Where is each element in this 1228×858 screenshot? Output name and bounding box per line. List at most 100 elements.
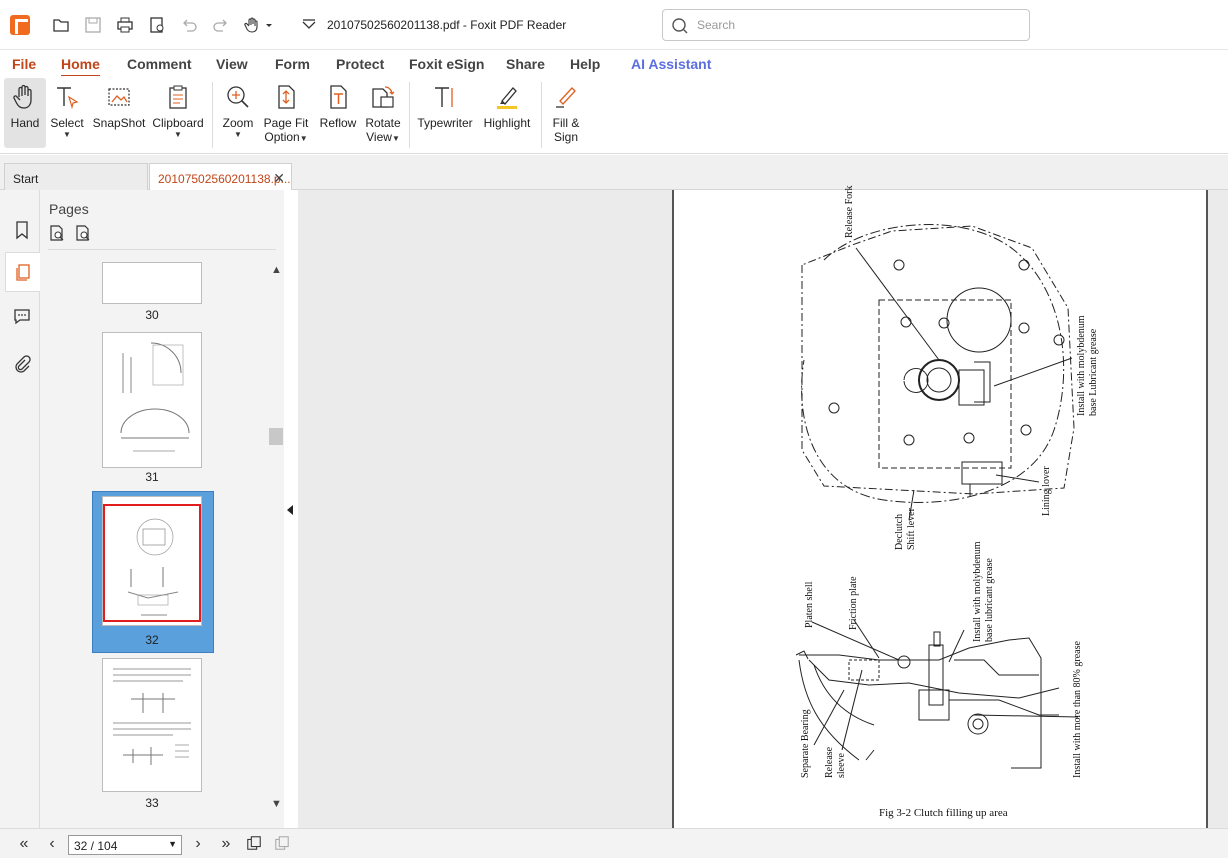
label-lining-lover: Lining lover <box>1041 466 1052 516</box>
clutch-diagram <box>795 224 1079 769</box>
hand-button[interactable]: Hand <box>4 78 46 148</box>
previous-view-icon[interactable] <box>244 835 264 853</box>
menu-file[interactable]: File <box>12 56 36 72</box>
label-shift-lever: Shift lever <box>906 508 917 550</box>
thumbnail-scrollbar[interactable]: ▲ ▼ <box>268 262 284 814</box>
navigation-rail <box>0 190 40 828</box>
clipboard-label: Clipboard <box>152 116 204 130</box>
save-icon[interactable] <box>82 14 104 36</box>
page-number-field[interactable]: 32 / 104 ▼ <box>68 835 182 855</box>
page-number-31: 31 <box>145 470 159 484</box>
open-folder-icon[interactable] <box>50 14 72 36</box>
menu-form[interactable]: Form <box>275 56 310 72</box>
scrollbar-thumb[interactable] <box>269 428 283 445</box>
ribbon-separator <box>212 82 213 148</box>
reflow-icon <box>323 82 353 112</box>
label-sleeve: sleeve <box>836 753 847 778</box>
select-text-icon <box>52 82 82 112</box>
page-number-30: 30 <box>145 308 159 322</box>
hand-icon <box>10 82 40 112</box>
hand-tool-dropdown-icon[interactable] <box>242 14 276 36</box>
search-input[interactable] <box>697 16 1017 34</box>
close-tab-icon[interactable]: ✕ <box>273 170 285 187</box>
zoom-button[interactable]: Zoom ▼ <box>219 78 257 148</box>
page-fit-option-button[interactable]: Page Fit Option▼ <box>262 78 310 148</box>
rotate-view-button[interactable]: Rotate View▼ <box>364 78 402 148</box>
menu-comment[interactable]: Comment <box>127 56 192 72</box>
label-install-molybdenum-mid-1: Install with molybdenum <box>972 541 983 642</box>
select-dropdown-icon[interactable]: ▼ <box>50 130 84 140</box>
page-thumbnail-33[interactable] <box>102 658 202 792</box>
search-box[interactable] <box>662 9 1030 41</box>
last-page-icon[interactable]: » <box>216 835 236 853</box>
menu-foxit-esign[interactable]: Foxit eSign <box>409 56 484 72</box>
reduce-thumbnail-icon[interactable] <box>74 224 92 242</box>
zoom-dropdown-icon[interactable]: ▼ <box>219 130 257 140</box>
pages-panel-title: Pages <box>49 201 89 217</box>
page-number-33: 33 <box>145 796 159 810</box>
menu-protect[interactable]: Protect <box>336 56 384 72</box>
page-thumbnail-31[interactable] <box>102 332 202 468</box>
pages-panel-tools <box>48 224 92 242</box>
zoom-icon <box>223 82 253 112</box>
page-thumbnail-30[interactable] <box>102 262 202 304</box>
page-thumbnail-32[interactable] <box>102 496 202 626</box>
customize-dropdown-icon[interactable] <box>298 14 320 36</box>
page-fit-icon <box>271 82 301 112</box>
snapshot-icon <box>104 82 134 112</box>
collapse-panel-icon[interactable] <box>286 504 294 516</box>
redo-icon[interactable] <box>210 14 232 36</box>
search-icon <box>672 18 688 34</box>
tab-start[interactable]: Start <box>4 163 148 190</box>
comments-icon[interactable] <box>5 296 39 336</box>
highlight-button[interactable]: Highlight <box>480 78 534 148</box>
properties-icon[interactable] <box>146 14 168 36</box>
window-title: 20107502560201138.pdf - Foxit PDF Reader <box>327 18 567 32</box>
title-bar: 20107502560201138.pdf - Foxit PDF Reader <box>0 0 1228 50</box>
page-dropdown-icon[interactable]: ▼ <box>168 839 177 849</box>
clipboard-icon <box>163 82 193 112</box>
typewriter-button[interactable]: Typewriter <box>416 78 474 148</box>
scroll-up-icon[interactable]: ▲ <box>271 264 282 276</box>
typewriter-icon <box>430 82 460 112</box>
label-install-molybdenum-top-1: Install with molybdenum <box>1076 315 1087 416</box>
next-page-icon[interactable]: › <box>188 835 208 853</box>
label-release: Release <box>824 746 835 778</box>
ribbon-toolbar: Hand Select ▼ SnapShot Clipboard ▼ Zoom … <box>0 76 1228 154</box>
zoom-label: Zoom <box>222 116 254 130</box>
previous-page-icon[interactable]: ‹ <box>42 835 62 853</box>
menu-home[interactable]: Home <box>61 56 100 77</box>
attachments-icon[interactable] <box>5 344 39 384</box>
snapshot-button[interactable]: SnapShot <box>92 78 146 148</box>
enlarge-thumbnail-icon[interactable] <box>48 224 66 242</box>
print-icon[interactable] <box>114 14 136 36</box>
reflow-label: Reflow <box>319 116 357 130</box>
undo-icon[interactable] <box>178 14 200 36</box>
fill-and-sign-button[interactable]: Fill & Sign <box>547 78 585 148</box>
rotate-view-label: View▼ <box>366 130 400 144</box>
foxit-logo-icon <box>10 15 30 35</box>
page-number-32: 32 <box>145 633 159 647</box>
label-install-molybdenum-mid-2: base lubricant grease <box>984 558 995 642</box>
scroll-down-icon[interactable]: ▼ <box>271 798 282 810</box>
select-button[interactable]: Select ▼ <box>50 78 84 148</box>
figure-caption: Fig 3-2 Clutch filling up area <box>879 807 1008 819</box>
highlight-icon <box>492 82 522 112</box>
menu-help[interactable]: Help <box>570 56 600 72</box>
pages-icon[interactable] <box>5 252 40 292</box>
menu-share[interactable]: Share <box>506 56 545 72</box>
next-view-icon[interactable] <box>272 835 292 853</box>
menu-ai-assistant[interactable]: AI Assistant <box>631 56 711 72</box>
fill-label: Fill & <box>552 116 580 130</box>
first-page-icon[interactable]: « <box>14 835 34 853</box>
sign-label: Sign <box>553 130 579 144</box>
clipboard-button[interactable]: Clipboard ▼ <box>151 78 205 148</box>
status-bar: « ‹ 32 / 104 ▼ › » <box>0 828 1228 858</box>
snapshot-label: SnapShot <box>92 116 146 130</box>
bookmarks-icon[interactable] <box>5 210 39 250</box>
reflow-button[interactable]: Reflow <box>318 78 358 148</box>
tab-current-document[interactable]: 20107502560201138.p... ✕ <box>149 163 292 190</box>
label-install-molybdenum-top-2: base Lubricant grease <box>1088 328 1099 416</box>
clipboard-dropdown-icon[interactable]: ▼ <box>151 130 205 140</box>
menu-view[interactable]: View <box>216 56 248 72</box>
